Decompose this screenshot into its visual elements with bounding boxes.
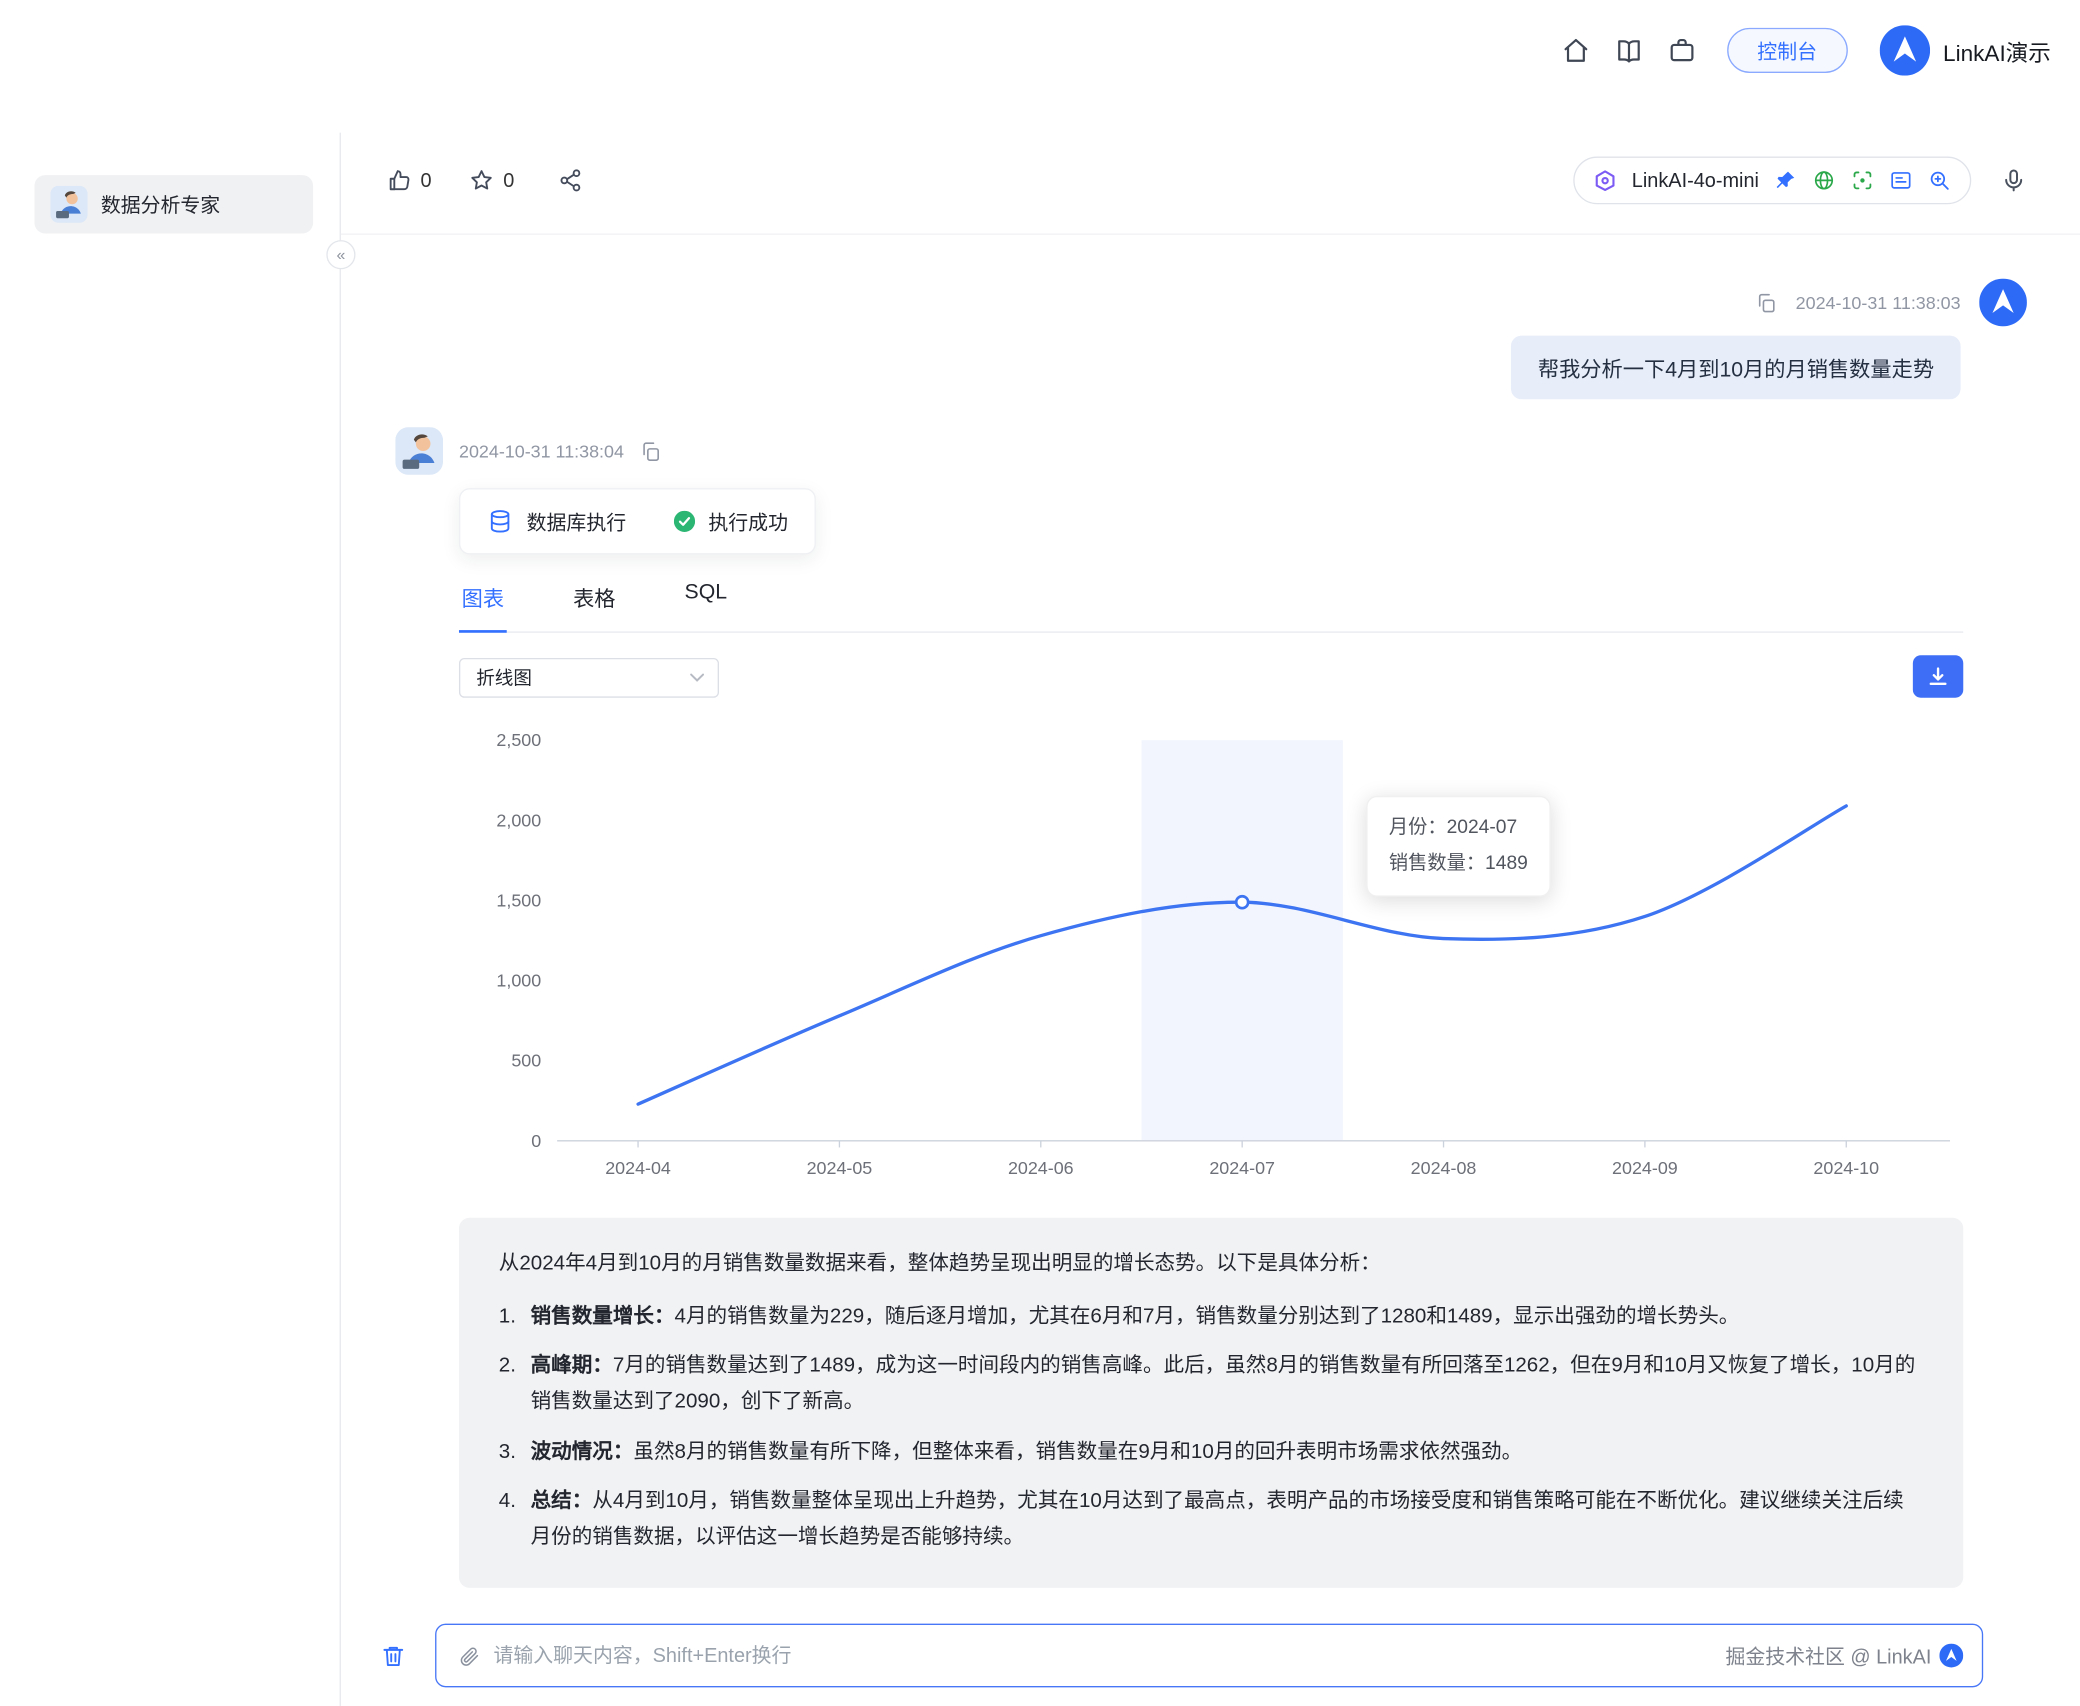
tool-status: 执行成功 (708, 511, 789, 534)
analysis-item: 2. 高峰期：7月的销售数量达到了1489，成为这一时间段内的销售高峰。此后，虽… (498, 1354, 1916, 1413)
svg-text:2024-07: 2024-07 (1209, 1158, 1275, 1178)
console-button[interactable]: 控制台 (1726, 27, 1848, 73)
share-button[interactable] (557, 167, 584, 194)
tab-table[interactable]: 表格 (570, 581, 618, 631)
assistant-message-timestamp: 2024-10-31 11:38:04 (458, 441, 624, 461)
svg-text:2024-06: 2024-06 (1008, 1158, 1074, 1178)
agent-name: 数据分析专家 (100, 194, 221, 217)
notes-plugin-icon[interactable] (1889, 168, 1913, 192)
microphone-button[interactable] (2000, 167, 2027, 194)
model-selector[interactable]: LinkAI-4o-mini (1573, 156, 1972, 205)
svg-text:2024-05: 2024-05 (807, 1158, 873, 1178)
tooltip-month: 月份：2024-07 (1388, 817, 1518, 839)
composer: 掘金技术社区 @ LinkAI (381, 1623, 1984, 1688)
sidebar-collapse-button[interactable]: « (326, 240, 356, 270)
line-chart-canvas[interactable]: 0 500 1,000 1,500 2,000 2,500 2024-04 2024-05 20… (459, 716, 1963, 1194)
scan-plugin-icon[interactable] (1851, 168, 1875, 192)
svg-text:2024-04: 2024-04 (605, 1158, 671, 1178)
download-chart-button[interactable] (1912, 655, 1964, 698)
copy-user-message-button[interactable] (1755, 291, 1778, 314)
assistant-message-meta: 2024-10-31 11:38:04 (395, 427, 662, 475)
brand-name: LinkAI演示 (1943, 40, 2051, 66)
model-name: LinkAI-4o-mini (1631, 169, 1759, 192)
svg-text:2024-08: 2024-08 (1411, 1158, 1477, 1178)
tool-title: 数据库执行 (526, 511, 627, 534)
database-icon (490, 510, 510, 533)
share-icon (560, 169, 580, 192)
watermark-text: 掘金技术社区 @ LinkAI (1725, 1645, 1932, 1669)
chart-type-value: 折线图 (476, 667, 532, 689)
docs-icon[interactable] (1613, 34, 1645, 66)
microphone-icon (2005, 169, 2023, 192)
model-icon (1593, 168, 1617, 192)
assistant-avatar (395, 427, 444, 475)
thumbs-up-icon (389, 170, 410, 191)
favorite-count: 0 (503, 169, 515, 192)
agent-avatar-icon (50, 185, 88, 223)
user-message-bubble: 帮我分析一下4月到10月的月销售数量走势 (1511, 335, 1961, 400)
copy-icon (1758, 293, 1775, 312)
copy-assistant-message-button[interactable] (640, 440, 663, 463)
sidebar: 数据分析专家 (0, 132, 341, 1706)
trash-icon (383, 1646, 404, 1666)
sidebar-item-agent[interactable]: 数据分析专家 (34, 175, 314, 234)
conversation-toolbar: 0 0 LinkAI-4o-mini (386, 151, 2027, 209)
pin-plugin-icon[interactable] (1774, 168, 1798, 192)
analysis-intro: 从2024年4月到10月的月销售数量数据来看，整体趋势呈现出明显的增长态势。以下… (498, 1252, 1381, 1275)
clear-chat-button[interactable] (381, 1643, 406, 1668)
user-message-timestamp: 2024-10-31 11:38:03 (1795, 292, 1961, 313)
toolbar-divider (340, 233, 2080, 235)
analysis-block: 从2024年4月到10月的月销售数量数据来看，整体趋势呈现出明显的增长态势。以下… (458, 1217, 1964, 1588)
svg-text:1,500: 1,500 (496, 890, 541, 910)
tooltip-value: 销售数量：1489 (1388, 852, 1528, 874)
analysis-item: 1. 销售数量增长：4月的销售数量为229，随后逐月增加，尤其在6月和7月，销售… (498, 1304, 1740, 1328)
message-input-box[interactable]: 掘金技术社区 @ LinkAI (435, 1623, 1984, 1688)
svg-text:500: 500 (511, 1051, 541, 1071)
like-count: 0 (420, 169, 432, 192)
tab-sql[interactable]: SQL (682, 581, 730, 631)
watermark-logo-icon (1939, 1643, 1964, 1668)
svg-text:2024-09: 2024-09 (1612, 1158, 1678, 1178)
briefcase-icon[interactable] (1666, 34, 1698, 66)
svg-text:1,000: 1,000 (496, 971, 541, 991)
paperclip-icon[interactable] (458, 1644, 481, 1667)
copy-icon (643, 441, 660, 461)
top-header: 控制台 LinkAI演示 (0, 0, 2080, 101)
home-icon[interactable] (1560, 34, 1592, 66)
chart-tooltip: 月份：2024-07 销售数量：1489 (1366, 795, 1551, 897)
analysis-item: 4. 总结：从4月到10月，销售数量整体呈现出上升趋势，尤其在10月达到了最高点… (498, 1490, 1904, 1548)
chevron-down-icon (690, 673, 705, 682)
analysis-item: 3. 波动情况：虽然8月的销售数量有所下降，但整体来看，销售数量在9月和10月的… (498, 1440, 1523, 1463)
svg-text:2,000: 2,000 (496, 810, 541, 830)
app: 控制台 LinkAI演示 数据分析专家 « 0 0 LinkAI-4o-mini… (0, 0, 2080, 1706)
sales-line-chart[interactable]: 0 500 1,000 1,500 2,000 2,500 2024-04 2024-05 20… (459, 716, 1963, 1194)
chart-type-select[interactable]: 折线图 (458, 657, 719, 698)
tab-chart[interactable]: 图表 (458, 581, 507, 633)
db-execution-card[interactable]: 数据库执行 执行成功 (458, 488, 816, 555)
svg-text:0: 0 (531, 1131, 541, 1151)
user-avatar (1979, 278, 2027, 327)
user-message-meta: 2024-10-31 11:38:03 (341, 278, 2080, 327)
linkai-logo[interactable] (1879, 25, 1930, 76)
download-icon (1929, 667, 1947, 686)
web-search-plugin-icon[interactable] (1812, 168, 1836, 192)
star-icon (471, 170, 493, 190)
like-button[interactable]: 0 (386, 167, 432, 194)
watermark: 掘金技术社区 @ LinkAI (1725, 1642, 1964, 1670)
svg-text:2024-10: 2024-10 (1813, 1158, 1879, 1178)
zoom-plugin-icon[interactable] (1927, 168, 1951, 192)
result-tabs: 图表 表格 SQL (458, 581, 1964, 633)
chat-panel: 0 0 LinkAI-4o-mini 2024-10-31 11:38:03 帮… (340, 133, 2080, 1706)
favorite-button[interactable]: 0 (469, 167, 515, 194)
message-input[interactable] (493, 1644, 1713, 1667)
success-check-icon (673, 510, 696, 532)
user-message-row: 帮我分析一下4月到10月的月销售数量走势 (341, 335, 2080, 400)
svg-text:2,500: 2,500 (496, 730, 541, 750)
